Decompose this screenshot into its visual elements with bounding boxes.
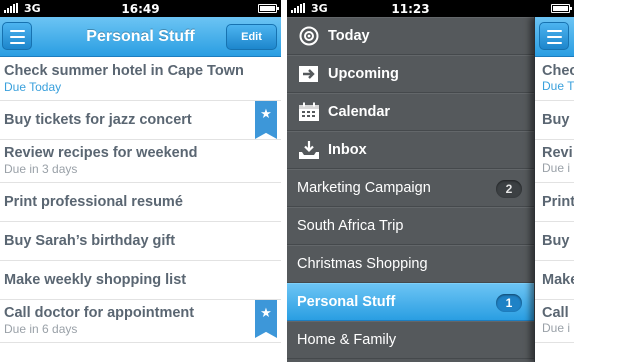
task-due: Due in 3 days [4, 162, 78, 176]
task-row[interactable]: Buy tickets for jazz concert ★ [0, 101, 281, 140]
phone-task-list: 3G 16:49 Personal Stuff Edit Check summe… [0, 0, 281, 362]
phone-sidebar-menu: 3G 11:23 Today Upcoming Calendar Inbox M… [287, 0, 574, 362]
task-list: Check summer hotel in Cape Town Due Toda… [0, 58, 281, 343]
sidebar-item-label: Personal Stuff [297, 294, 396, 310]
inbox-icon [299, 141, 319, 159]
task-due: Due Today [4, 80, 62, 94]
sidebar-item-label: Calendar [328, 104, 391, 120]
sidebar-item-label: Marketing Campaign [297, 180, 431, 196]
task-title: Buy Sarah’s birthday gift [4, 233, 176, 249]
task-title: Make [542, 272, 574, 288]
task-title: Print professional resumé [4, 194, 183, 210]
sidebar-item-marketing-campaign[interactable]: Marketing Campaign 2 [287, 169, 534, 207]
task-row[interactable]: Chec Due T [535, 58, 574, 101]
navigation-bar: Personal Stuff Edit [0, 17, 281, 57]
sidebar-item-label: South Africa Trip [297, 218, 404, 234]
task-title: Call [542, 305, 569, 321]
task-row[interactable]: Make weekly shopping list [0, 261, 281, 300]
sidebar-item-home-family[interactable]: Home & Family [287, 321, 534, 359]
task-title: Check summer hotel in Cape Town [4, 63, 244, 79]
battery-icon [551, 4, 572, 13]
task-row[interactable]: Review recipes for weekend Due in 3 days [0, 140, 281, 183]
task-title: Buy tickets for jazz concert [4, 112, 192, 128]
menu-button[interactable] [539, 22, 569, 50]
task-list: Chec Due T Buy Revi Due i Print Buy Make [535, 58, 574, 343]
task-due: Due T [542, 79, 574, 93]
clock: 16:49 [121, 2, 160, 16]
today-icon [299, 26, 319, 46]
task-list-peek[interactable]: Chec Due T Buy Revi Due i Print Buy Make [534, 17, 574, 362]
edit-button[interactable]: Edit [226, 24, 277, 50]
task-row[interactable]: Call Due i [535, 300, 574, 343]
task-title: Buy [542, 233, 570, 249]
sidebar: Today Upcoming Calendar Inbox Marketing … [287, 17, 534, 362]
task-row[interactable]: Buy [535, 222, 574, 261]
task-row[interactable]: Print professional resumé [0, 183, 281, 222]
sidebar-item-label: Today [328, 28, 370, 44]
task-title: Buy [542, 112, 570, 128]
task-row[interactable]: Make [535, 261, 574, 300]
sidebar-item-label: Upcoming [328, 66, 399, 82]
sidebar-item-christmas-shopping[interactable]: Christmas Shopping [287, 245, 534, 283]
sidebar-item-south-africa-trip[interactable]: South Africa Trip [287, 207, 534, 245]
navigation-bar [535, 17, 574, 57]
sidebar-item-label: Home & Family [297, 332, 397, 348]
sidebar-item-today[interactable]: Today [287, 17, 534, 55]
task-title: Print [542, 194, 574, 210]
count-badge: 2 [496, 180, 522, 198]
task-row[interactable]: Buy [535, 101, 574, 140]
task-title: Review recipes for weekend [4, 145, 198, 161]
hamburger-icon [547, 30, 562, 48]
task-title: Call doctor for appointment [4, 305, 195, 321]
task-row[interactable]: Call doctor for appointment Due in 6 day… [0, 300, 281, 343]
clock: 11:23 [391, 2, 430, 16]
upcoming-icon [299, 66, 318, 82]
task-row[interactable]: Revi Due i [535, 140, 574, 183]
battery-icon [258, 4, 279, 13]
status-bar: 3G 11:23 [287, 0, 574, 17]
task-due: Due i [542, 321, 571, 335]
task-row[interactable]: Print [535, 183, 574, 222]
sidebar-item-upcoming[interactable]: Upcoming [287, 55, 534, 93]
screenshot-stage: 3G 16:49 Personal Stuff Edit Check summe… [0, 0, 644, 362]
task-due: Due in 6 days [4, 322, 78, 336]
task-row[interactable]: Buy Sarah’s birthday gift [0, 222, 281, 261]
sidebar-item-label: Christmas Shopping [297, 256, 428, 272]
task-title: Make weekly shopping list [4, 272, 187, 288]
task-due: Due i [542, 161, 571, 175]
task-title: Chec [542, 63, 574, 79]
sidebar-item-label: Inbox [328, 142, 367, 158]
task-title: Revi [542, 145, 573, 161]
task-row[interactable]: Check summer hotel in Cape Town Due Toda… [0, 58, 281, 101]
status-bar: 3G 16:49 [0, 0, 281, 17]
sidebar-item-calendar[interactable]: Calendar [287, 93, 534, 131]
star-flag-icon[interactable]: ★ [255, 101, 277, 139]
calendar-icon [299, 102, 319, 121]
sidebar-item-personal-stuff[interactable]: Personal Stuff 1 [287, 283, 534, 321]
count-badge: 1 [496, 294, 522, 312]
sidebar-item-inbox[interactable]: Inbox [287, 131, 534, 169]
